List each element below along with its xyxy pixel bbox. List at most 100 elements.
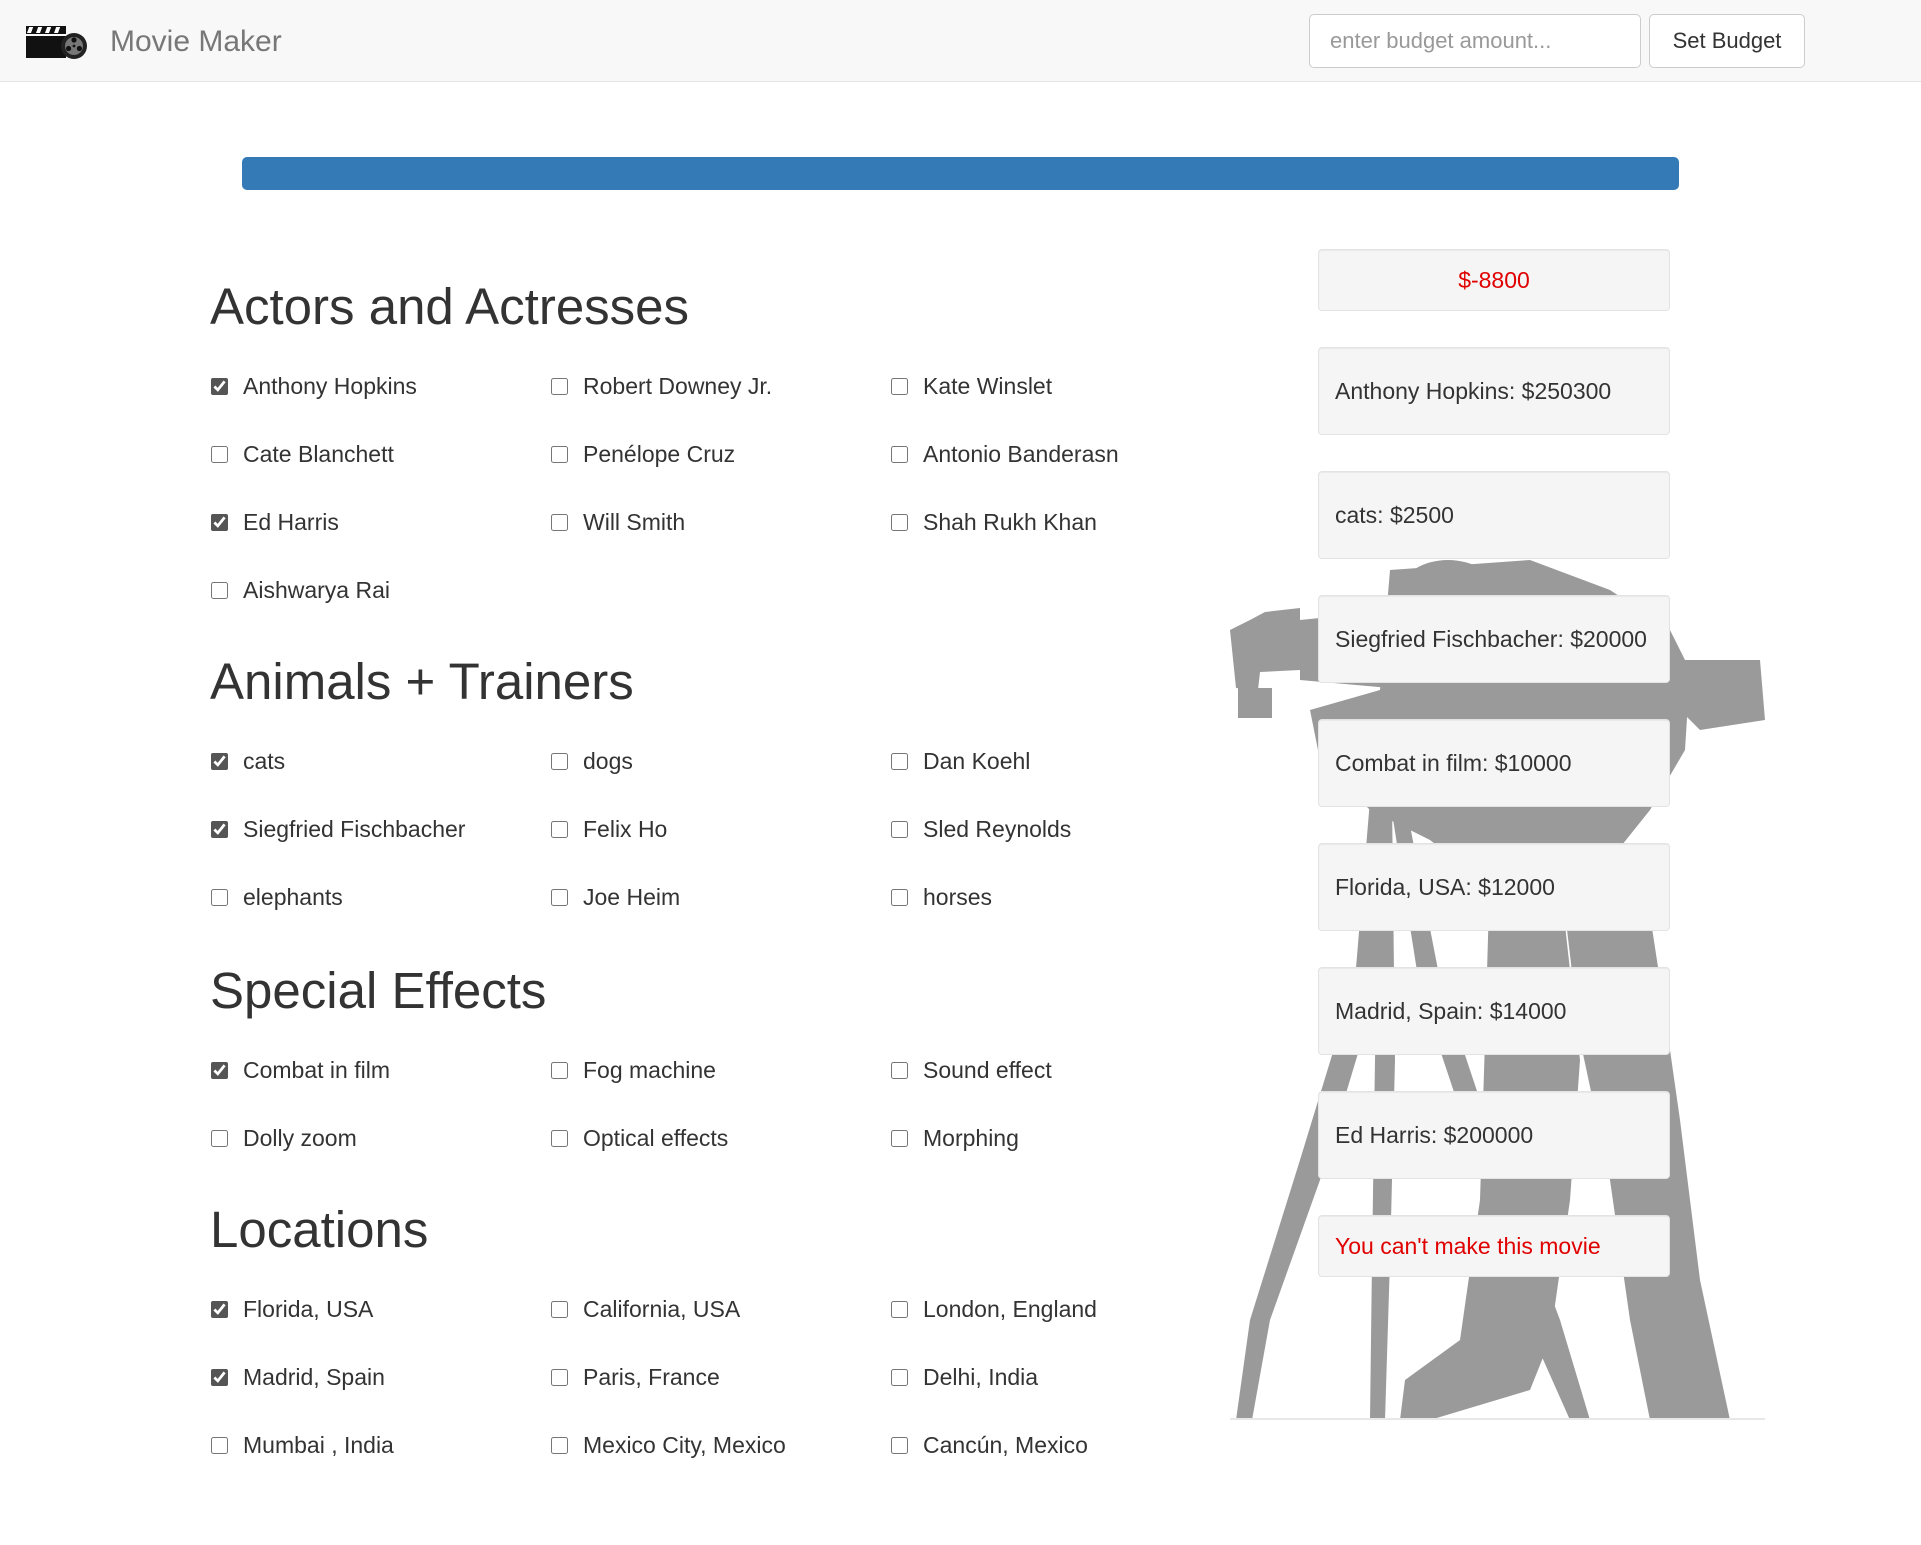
checkbox[interactable] bbox=[891, 1061, 908, 1079]
option-cats[interactable]: cats bbox=[210, 746, 285, 776]
option-sled-reynolds[interactable]: Sled Reynolds bbox=[890, 814, 1071, 844]
section-heading-actors: Actors and Actresses bbox=[210, 278, 690, 335]
option-anthony-hopkins[interactable]: Anthony Hopkins bbox=[210, 371, 417, 401]
option-label: Delhi, India bbox=[923, 1364, 1039, 1390]
progress-fill bbox=[242, 157, 1679, 190]
option-label: Kate Winslet bbox=[923, 373, 1053, 399]
checkbox[interactable] bbox=[551, 513, 568, 531]
option-california-usa[interactable]: California, USA bbox=[550, 1294, 740, 1324]
checkbox[interactable] bbox=[891, 377, 908, 395]
checkbox[interactable] bbox=[891, 1300, 908, 1318]
option-label: Sound effect bbox=[923, 1057, 1052, 1083]
checkbox[interactable] bbox=[891, 1368, 908, 1386]
checkbox[interactable] bbox=[211, 752, 228, 770]
checkbox[interactable] bbox=[891, 888, 908, 906]
option-sound-effect[interactable]: Sound effect bbox=[890, 1055, 1052, 1085]
option-label: Felix Ho bbox=[583, 816, 668, 842]
option-penelope-cruz[interactable]: Penélope Cruz bbox=[550, 439, 735, 469]
option-label: Morphing bbox=[923, 1125, 1019, 1151]
checkbox[interactable] bbox=[551, 1061, 568, 1079]
selected-item: cats: $2500 bbox=[1318, 471, 1670, 559]
checkbox[interactable] bbox=[551, 1300, 568, 1318]
checkbox[interactable] bbox=[891, 1436, 908, 1454]
budget-input[interactable] bbox=[1309, 14, 1641, 68]
status-message: You can't make this movie bbox=[1318, 1215, 1670, 1277]
option-will-smith[interactable]: Will Smith bbox=[550, 507, 685, 537]
checkbox[interactable] bbox=[211, 1436, 228, 1454]
option-aishwarya-rai[interactable]: Aishwarya Rai bbox=[210, 575, 390, 605]
checkbox[interactable] bbox=[551, 820, 568, 838]
checkbox[interactable] bbox=[551, 445, 568, 463]
option-combat-in-film[interactable]: Combat in film bbox=[210, 1055, 390, 1085]
option-shah-rukh-khan[interactable]: Shah Rukh Khan bbox=[890, 507, 1097, 537]
option-label: Anthony Hopkins bbox=[243, 373, 417, 399]
option-label: Cate Blanchett bbox=[243, 441, 394, 467]
option-dolly-zoom[interactable]: Dolly zoom bbox=[210, 1123, 357, 1153]
checkbox[interactable] bbox=[211, 377, 228, 395]
option-fog-machine[interactable]: Fog machine bbox=[550, 1055, 716, 1085]
set-budget-button[interactable]: Set Budget bbox=[1649, 14, 1805, 68]
checkbox[interactable] bbox=[551, 888, 568, 906]
checkbox[interactable] bbox=[211, 1129, 228, 1147]
checkbox[interactable] bbox=[211, 1368, 228, 1386]
option-antonio-banderas[interactable]: Antonio Banderasn bbox=[890, 439, 1119, 469]
option-delhi-india[interactable]: Delhi, India bbox=[890, 1362, 1038, 1392]
option-label: horses bbox=[923, 884, 993, 910]
option-label: Madrid, Spain bbox=[243, 1364, 385, 1390]
checkbox[interactable] bbox=[891, 1129, 908, 1147]
option-optical-effects[interactable]: Optical effects bbox=[550, 1123, 728, 1153]
checkbox[interactable] bbox=[891, 445, 908, 463]
option-label: Siegfried Fischbacher bbox=[243, 816, 466, 842]
option-horses[interactable]: horses bbox=[890, 882, 992, 912]
option-cancun-mexico[interactable]: Cancún, Mexico bbox=[890, 1430, 1088, 1460]
option-dogs[interactable]: dogs bbox=[550, 746, 633, 776]
checkbox[interactable] bbox=[211, 820, 228, 838]
app-title[interactable]: Movie Maker bbox=[110, 22, 282, 62]
checkbox[interactable] bbox=[891, 820, 908, 838]
option-elephants[interactable]: elephants bbox=[210, 882, 343, 912]
section-heading-animals: Animals + Trainers bbox=[210, 653, 634, 710]
checkbox[interactable] bbox=[891, 752, 908, 770]
option-morphing[interactable]: Morphing bbox=[890, 1123, 1019, 1153]
checkbox[interactable] bbox=[211, 445, 228, 463]
option-label: Joe Heim bbox=[583, 884, 681, 910]
option-felix-ho[interactable]: Felix Ho bbox=[550, 814, 667, 844]
checkbox[interactable] bbox=[211, 888, 228, 906]
checkbox[interactable] bbox=[211, 1300, 228, 1318]
option-ed-harris[interactable]: Ed Harris bbox=[210, 507, 339, 537]
option-label: Combat in film bbox=[243, 1057, 390, 1083]
checkbox[interactable] bbox=[891, 513, 908, 531]
option-kate-winslet[interactable]: Kate Winslet bbox=[890, 371, 1052, 401]
checkbox[interactable] bbox=[551, 1129, 568, 1147]
option-cate-blanchett[interactable]: Cate Blanchett bbox=[210, 439, 394, 469]
option-mexico-city-mexico[interactable]: Mexico City, Mexico bbox=[550, 1430, 786, 1460]
checkbox[interactable] bbox=[551, 377, 568, 395]
option-joe-heim[interactable]: Joe Heim bbox=[550, 882, 680, 912]
selected-item: Ed Harris: $200000 bbox=[1318, 1091, 1670, 1179]
option-label: cats bbox=[243, 748, 286, 774]
checkbox[interactable] bbox=[211, 513, 228, 531]
checkbox[interactable] bbox=[551, 752, 568, 770]
section-heading-special-effects: Special Effects bbox=[210, 962, 547, 1019]
option-siegfried-fischbacher[interactable]: Siegfried Fischbacher bbox=[210, 814, 465, 844]
option-label: Mexico City, Mexico bbox=[583, 1432, 786, 1458]
option-robert-downey-jr[interactable]: Robert Downey Jr. bbox=[550, 371, 772, 401]
option-label: Shah Rukh Khan bbox=[923, 509, 1097, 535]
option-london-england[interactable]: London, England bbox=[890, 1294, 1097, 1324]
option-label: Sled Reynolds bbox=[923, 816, 1072, 842]
option-florida-usa[interactable]: Florida, USA bbox=[210, 1294, 373, 1324]
option-dan-koehl[interactable]: Dan Koehl bbox=[890, 746, 1030, 776]
option-label: Robert Downey Jr. bbox=[583, 373, 773, 399]
option-madrid-spain[interactable]: Madrid, Spain bbox=[210, 1362, 385, 1392]
option-paris-france[interactable]: Paris, France bbox=[550, 1362, 720, 1392]
option-mumbai-india[interactable]: Mumbai , India bbox=[210, 1430, 394, 1460]
checkbox[interactable] bbox=[211, 1061, 228, 1079]
budget-progress-bar bbox=[242, 157, 1679, 190]
checkbox[interactable] bbox=[551, 1436, 568, 1454]
checkbox[interactable] bbox=[211, 581, 228, 599]
checkbox[interactable] bbox=[551, 1368, 568, 1386]
film-clapperboard-icon[interactable] bbox=[24, 22, 88, 60]
option-label: Mumbai , India bbox=[243, 1432, 394, 1458]
option-label: London, England bbox=[923, 1296, 1097, 1322]
option-label: Will Smith bbox=[583, 509, 686, 535]
